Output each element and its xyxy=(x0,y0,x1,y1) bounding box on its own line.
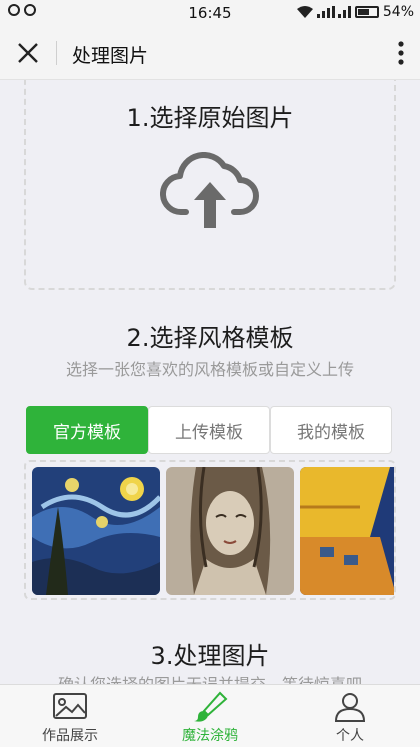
template-thumb-portrait-sketch[interactable] xyxy=(166,467,294,595)
tab-upload-template[interactable]: 上传模板 xyxy=(148,406,270,454)
brush-icon xyxy=(194,691,228,722)
template-thumb-starry-night[interactable] xyxy=(32,467,160,595)
nav-magic-doodle-label: 魔法涂鸦 xyxy=(182,728,238,744)
page-title: 处理图片 xyxy=(72,45,149,67)
more-options-icon[interactable] xyxy=(396,40,406,66)
close-icon[interactable] xyxy=(14,39,42,67)
status-icons-right: 54% xyxy=(296,4,414,20)
status-bar: 16:45 54% xyxy=(0,0,420,26)
step1-title: 1.选择原始图片 xyxy=(126,104,294,132)
template-thumb-cafe-terrace[interactable] xyxy=(300,467,394,595)
step2-title: 2.选择风格模板 xyxy=(126,324,294,352)
tab-official-templates[interactable]: 官方模板 xyxy=(26,406,148,454)
nav-gallery-label: 作品展示 xyxy=(42,728,98,744)
template-tabs: 官方模板 上传模板 我的模板 xyxy=(26,406,392,454)
signal-icon xyxy=(316,6,351,18)
nav-gallery[interactable]: 作品展示 xyxy=(0,685,140,747)
nav-profile[interactable]: 个人 xyxy=(280,685,420,747)
tab-my-templates[interactable]: 我的模板 xyxy=(270,406,392,454)
person-icon xyxy=(334,693,366,722)
title-bar: 处理图片 xyxy=(0,26,420,80)
bottom-nav: 作品展示 魔法涂鸦 个人 xyxy=(0,684,420,747)
template-strip[interactable] xyxy=(24,460,396,600)
battery-icon xyxy=(354,6,379,18)
main-content: 1.选择原始图片 2.选择风格模板 选择一张您喜欢的风格模板或自定义上传 官方模… xyxy=(0,80,420,684)
gallery-icon xyxy=(53,693,87,719)
wifi-icon xyxy=(296,6,313,18)
step2-subtitle: 选择一张您喜欢的风格模板或自定义上传 xyxy=(65,360,354,379)
title-divider xyxy=(56,41,57,65)
upload-cloud-icon[interactable] xyxy=(160,152,260,228)
step3-subtitle: 确认您选择的图片无误并提交，等待惊喜吧 xyxy=(0,671,420,684)
nav-magic-doodle[interactable]: 魔法涂鸦 xyxy=(140,685,280,747)
step3-title: 3.处理图片 xyxy=(150,642,270,670)
battery-percent: 54% xyxy=(382,4,414,20)
nav-profile-label: 个人 xyxy=(336,728,364,744)
